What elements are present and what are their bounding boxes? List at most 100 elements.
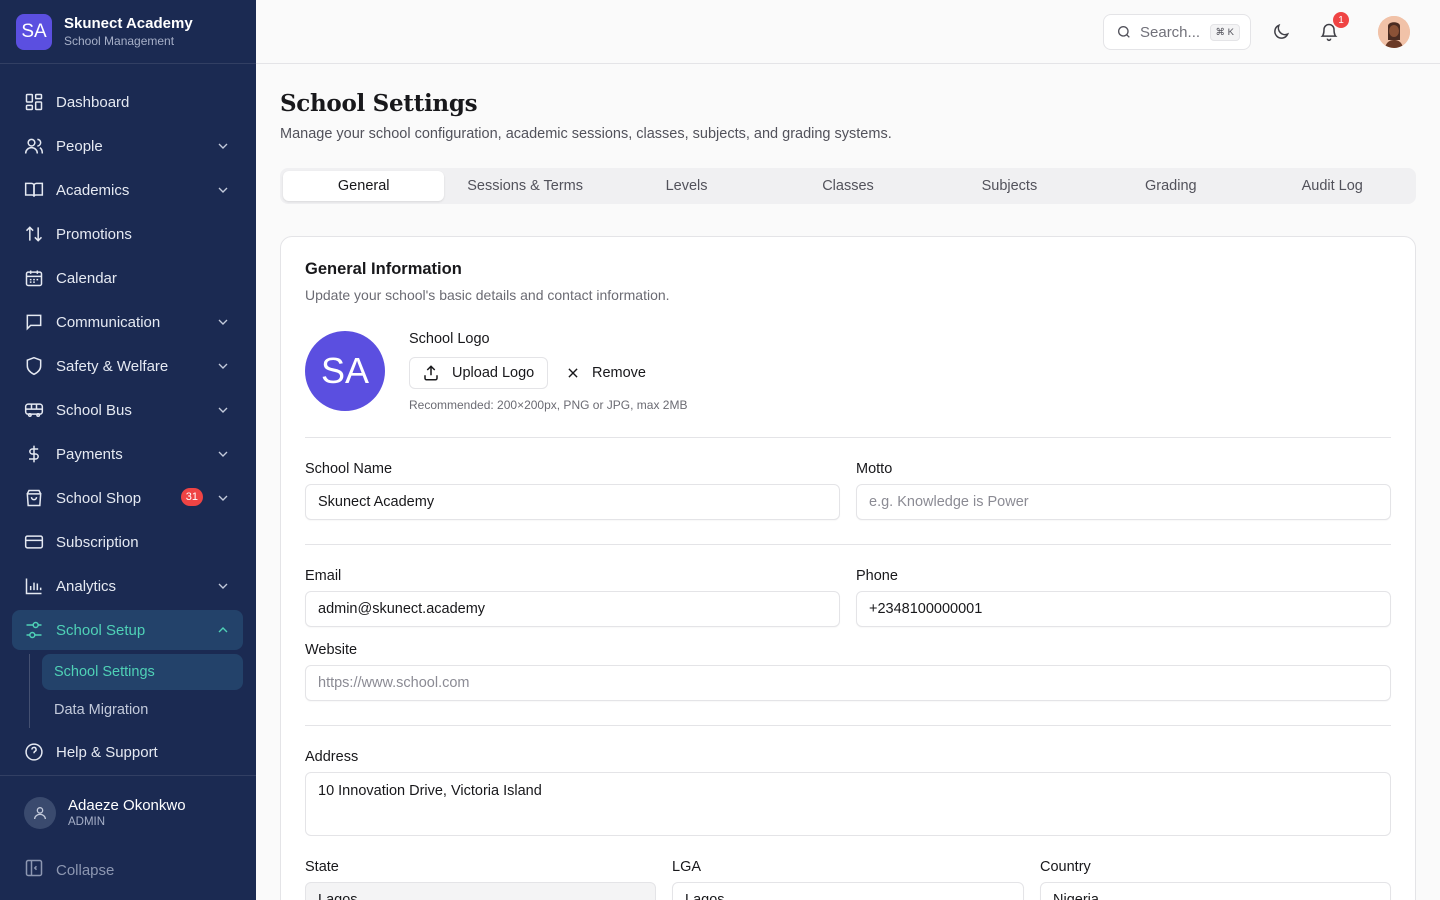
- upload-icon: [422, 364, 440, 382]
- book-icon: [24, 180, 44, 200]
- email-input[interactable]: admin@skunect.academy: [305, 591, 840, 627]
- sidebar-item-label: Promotions: [56, 225, 132, 243]
- sidebar-item-safety-welfare[interactable]: Safety & Welfare: [12, 346, 243, 386]
- sidebar-item-label: Safety & Welfare: [56, 357, 169, 375]
- card-description: Update your school's basic details and c…: [305, 287, 670, 303]
- remove-logo-button[interactable]: Remove: [566, 357, 646, 389]
- divider: [305, 544, 1391, 545]
- sidebar-subitem-school-settings[interactable]: School Settings: [42, 654, 243, 690]
- help-circle-icon: [24, 742, 44, 762]
- sidebar-item-label: Subscription: [56, 533, 139, 551]
- chevron-down-icon: [218, 495, 228, 501]
- current-user[interactable]: Adaeze Okonkwo ADMIN: [0, 775, 256, 850]
- sidebar-item-label: Payments: [56, 445, 123, 463]
- notification-badge: 1: [1333, 12, 1349, 28]
- logo-hint: Recommended: 200×200px, PNG or JPG, max …: [409, 398, 688, 412]
- sidebar-item-subscription[interactable]: Subscription: [12, 522, 243, 562]
- brand-name: Skunect Academy: [64, 14, 193, 32]
- brand[interactable]: SA Skunect Academy School Management: [0, 0, 256, 64]
- users-icon: [24, 136, 44, 156]
- sidebar-item-calendar[interactable]: Calendar: [12, 258, 243, 298]
- brand-subtitle: School Management: [64, 33, 175, 48]
- phone-input[interactable]: +2348100000001: [856, 591, 1391, 627]
- brand-logo: SA: [16, 13, 52, 50]
- sidebar-item-label: School Setup: [56, 621, 146, 639]
- chevron-down-icon: [218, 363, 228, 369]
- profile-avatar[interactable]: [1378, 16, 1410, 48]
- sidebar-item-school-bus[interactable]: School Bus: [12, 390, 243, 430]
- chevron-down-icon: [218, 143, 228, 149]
- chevron-down-icon: [218, 583, 228, 589]
- chevron-down-icon: [218, 407, 228, 413]
- email-label: Email: [305, 568, 342, 584]
- tab-grading[interactable]: Grading: [1090, 171, 1251, 201]
- phone-label: Phone: [856, 568, 898, 584]
- tab-classes[interactable]: Classes: [767, 171, 928, 201]
- bus-icon: [24, 400, 44, 420]
- country-label: Country: [1040, 859, 1091, 875]
- sidebar-item-communication[interactable]: Communication: [12, 302, 243, 342]
- sidebar-item-label: Communication: [56, 313, 161, 331]
- state-value: Lagos: [318, 892, 358, 900]
- bar-chart-icon: [24, 576, 44, 596]
- motto-input[interactable]: e.g. Knowledge is Power: [856, 484, 1391, 520]
- lga-value: Lagos: [685, 892, 725, 900]
- collapse-sidebar-button[interactable]: Collapse: [24, 858, 114, 882]
- tab-audit-log[interactable]: Audit Log: [1252, 171, 1413, 201]
- chevron-down-icon: [218, 451, 228, 457]
- user-name: Adaeze Okonkwo: [68, 797, 186, 814]
- upload-logo-label: Upload Logo: [452, 365, 535, 381]
- sidebar-item-school-setup[interactable]: School Setup: [12, 610, 243, 650]
- address-textarea[interactable]: 10 Innovation Drive, Victoria Island: [305, 772, 1391, 836]
- school-name-label: School Name: [305, 461, 393, 477]
- theme-toggle-button[interactable]: [1269, 20, 1293, 44]
- state-select[interactable]: Lagos: [305, 882, 656, 900]
- sidebar-item-label: School Bus: [56, 401, 132, 419]
- sidebar-item-people[interactable]: People: [12, 126, 243, 166]
- shop-count-badge: 31: [180, 488, 203, 506]
- sidebar-subitem-data-migration[interactable]: Data Migration: [42, 692, 243, 728]
- top-bar: Search... ⌘ K: [256, 0, 1440, 64]
- tab-levels[interactable]: Levels: [606, 171, 767, 201]
- country-value: Nigeria: [1053, 892, 1099, 900]
- upload-logo-button[interactable]: Upload Logo: [409, 357, 548, 389]
- arrows-up-down-icon: [24, 224, 44, 244]
- sidebar-nav: Dashboard People Academics Promotions Ca…: [12, 82, 243, 776]
- avatar-icon: [1378, 16, 1410, 48]
- chevron-up-icon: [218, 627, 228, 633]
- user-avatar: [24, 797, 56, 829]
- lga-select[interactable]: Lagos: [672, 882, 1024, 900]
- page-title: School Settings: [280, 90, 478, 117]
- sidebar-item-academics[interactable]: Academics: [12, 170, 243, 210]
- sidebar-item-label: Analytics: [56, 577, 117, 595]
- sidebar-item-payments[interactable]: Payments: [12, 434, 243, 474]
- website-input[interactable]: https://www.school.com: [305, 665, 1391, 701]
- tab-sessions-terms[interactable]: Sessions & Terms: [444, 171, 605, 201]
- search-placeholder: Search...: [1140, 23, 1201, 41]
- country-select[interactable]: Nigeria: [1040, 882, 1391, 900]
- state-label: State: [305, 859, 339, 875]
- shield-icon: [24, 356, 44, 376]
- sidebar-item-label: People: [56, 137, 103, 155]
- sidebar-item-label: Dashboard: [56, 93, 130, 111]
- search-icon: [1116, 24, 1132, 40]
- sidebar-item-school-shop[interactable]: School Shop 31: [12, 478, 243, 518]
- school-setup-submenu: School Settings Data Migration: [29, 654, 243, 728]
- sidebar-item-dashboard[interactable]: Dashboard: [12, 82, 243, 122]
- search-input[interactable]: Search... ⌘ K: [1103, 14, 1251, 50]
- sidebar-item-analytics[interactable]: Analytics: [12, 566, 243, 606]
- settings-tabs: General Sessions & Terms Levels Classes …: [280, 168, 1416, 204]
- tab-general[interactable]: General: [283, 171, 445, 201]
- sidebar-item-help-support[interactable]: Help & Support: [12, 732, 243, 772]
- sidebar-item-promotions[interactable]: Promotions: [12, 214, 243, 254]
- search-shortcut: ⌘ K: [1209, 24, 1240, 41]
- school-name-input[interactable]: Skunect Academy: [305, 484, 840, 520]
- website-label: Website: [305, 642, 358, 658]
- address-label: Address: [305, 749, 359, 765]
- tab-subjects[interactable]: Subjects: [929, 171, 1090, 201]
- close-icon: [566, 366, 580, 380]
- calendar-icon: [24, 268, 44, 288]
- chevron-down-icon: [218, 319, 228, 325]
- general-information-card: General Information Update your school's…: [280, 236, 1416, 900]
- user-icon: [34, 807, 46, 820]
